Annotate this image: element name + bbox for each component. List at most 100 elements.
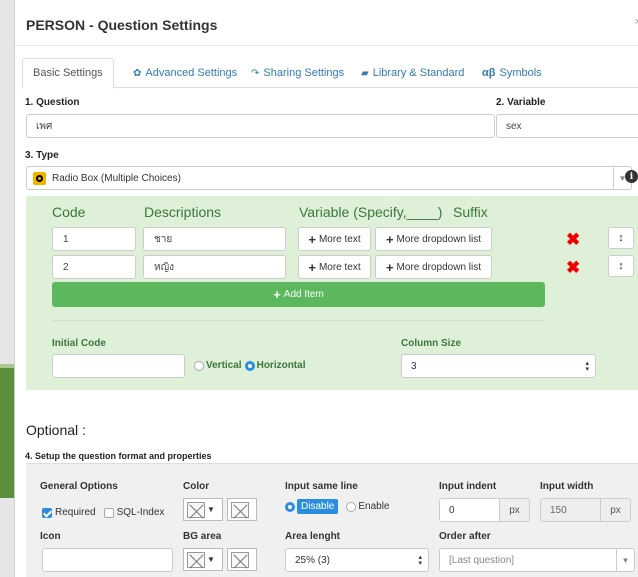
dialog-title: PERSON - Question Settings — [26, 17, 218, 33]
delete-icon[interactable]: ✖ — [566, 231, 580, 248]
tab-label: Basic Settings — [33, 67, 103, 79]
disable-label: Disable — [297, 499, 339, 514]
chevron-down-icon: ▼ — [207, 555, 215, 564]
add-item-label: Add Item — [283, 289, 324, 300]
type-value: Radio Box (Multiple Choices) — [52, 172, 181, 184]
icon-label: Icon — [40, 531, 61, 542]
input-same-line-options: Disable Enable — [285, 499, 390, 514]
icon-input[interactable] — [42, 548, 173, 572]
question-settings-dialog: PERSON - Question Settings × Basic Setti… — [14, 0, 638, 577]
choice-description-input[interactable]: หญิง — [143, 255, 286, 279]
plus-icon: + — [273, 287, 281, 302]
orientation-options: Vertical Horizontal — [194, 360, 305, 371]
variable-label: 2. Variable — [496, 97, 546, 108]
order-after-value: [Last question] — [449, 554, 515, 566]
add-item-button[interactable]: + Add Item — [52, 282, 545, 307]
bg-area-picker[interactable]: ▼ — [183, 548, 223, 571]
question-label: 1. Question — [25, 97, 80, 108]
more-text-button[interactable]: + More text — [298, 227, 371, 251]
input-width-field[interactable]: 150 px — [540, 498, 631, 522]
delete-icon[interactable]: ✖ — [566, 259, 580, 276]
code-header: Code — [52, 204, 86, 220]
tab-basic-settings[interactable]: Basic Settings — [22, 58, 114, 89]
radio-box-icon — [33, 171, 46, 185]
input-indent-field[interactable]: 0 px — [439, 498, 530, 522]
vertical-label: Vertical — [206, 360, 242, 371]
optional-title: Optional : — [26, 422, 86, 438]
type-label: 3. Type — [25, 150, 59, 161]
alpha-beta-icon: αβ — [482, 67, 496, 79]
tab-advanced-settings[interactable]: ✿ Advanced Settings — [133, 58, 237, 88]
more-dropdown-button[interactable]: + More dropdown list — [375, 255, 492, 279]
background-green-block — [0, 368, 14, 498]
descriptions-header: Descriptions — [144, 204, 222, 220]
sort-handle-icon[interactable]: ↕ — [608, 227, 634, 249]
gear-icon: ✿ — [133, 68, 142, 79]
color-picker[interactable]: ▼ — [183, 498, 223, 521]
required-checkbox[interactable] — [42, 507, 52, 518]
chevron-down-icon: ▼ — [207, 505, 215, 514]
choice-description-input[interactable]: ชาย — [143, 227, 286, 251]
tab-label: Advanced Settings — [145, 67, 238, 79]
sql-index-label: SQL-Index — [116, 507, 165, 518]
book-icon: ▰ — [361, 68, 369, 79]
enable-label: Enable — [358, 501, 390, 512]
share-icon: ↷ — [251, 68, 260, 79]
plus-icon: + — [385, 231, 394, 247]
close-icon[interactable]: × — [635, 16, 638, 28]
input-indent-value: 0 — [449, 504, 455, 516]
order-after-select[interactable]: [Last question] ▼ — [439, 548, 635, 572]
initial-code-label: Initial Code — [52, 338, 106, 349]
up-down-arrows-icon: ▴ ▾ — [585, 360, 589, 373]
variable-input[interactable]: sex — [496, 114, 638, 138]
info-icon[interactable]: i — [625, 170, 638, 183]
area-length-select[interactable]: 25% (3) ▴ ▾ — [285, 548, 429, 572]
sql-index-checkbox[interactable] — [103, 507, 114, 518]
disable-radio[interactable] — [285, 501, 295, 512]
choice-code-input[interactable]: 1 — [52, 227, 136, 251]
general-options-label: General Options — [40, 481, 118, 492]
column-size-select[interactable]: 3 ▴ ▾ — [401, 354, 596, 378]
question-input[interactable]: เพศ — [26, 114, 495, 138]
column-size-label: Column Size — [401, 338, 462, 349]
tab-label: Library & Standard — [372, 67, 465, 79]
tab-symbols[interactable]: αβ Symbols — [482, 58, 542, 88]
column-size-value: 3 — [411, 360, 417, 372]
required-label: Required — [55, 507, 96, 518]
input-indent-label: Input indent — [439, 481, 497, 492]
chevron-down-icon: ▼ — [616, 549, 634, 571]
no-color-icon — [187, 501, 205, 518]
horizontal-radio[interactable] — [244, 360, 255, 371]
area-length-value: 25% (3) — [295, 554, 331, 566]
general-options: Required SQL-Index — [42, 507, 164, 518]
px-unit: px — [499, 499, 529, 521]
plus-icon: + — [308, 259, 316, 275]
tab-library-standard[interactable]: ▰ Library & Standard — [361, 58, 464, 88]
dialog-header: PERSON - Question Settings × — [15, 0, 638, 46]
sort-handle-icon[interactable]: ↕ — [608, 255, 634, 277]
input-same-line-label: Input same line — [285, 481, 358, 492]
choices-panel: Code Descriptions Variable (Specify,____… — [26, 196, 638, 390]
more-dropdown-label: More dropdown list — [396, 233, 482, 245]
bg-area-swatch[interactable] — [227, 548, 257, 571]
more-dropdown-button[interactable]: + More dropdown list — [375, 227, 492, 251]
up-down-arrows-icon: ▴ ▾ — [418, 554, 422, 567]
properties-panel: General Options Required SQL-Index Color… — [26, 463, 638, 577]
tab-label: Sharing Settings — [263, 67, 345, 79]
choice-code-input[interactable]: 2 — [52, 255, 136, 279]
color-swatch[interactable] — [227, 498, 257, 521]
tab-sharing-settings[interactable]: ↷ Sharing Settings — [251, 58, 344, 88]
area-length-label: Area lenght — [285, 531, 341, 542]
no-color-icon — [187, 551, 205, 568]
type-select[interactable]: Radio Box (Multiple Choices) ▼ — [26, 166, 632, 190]
enable-radio[interactable] — [346, 501, 357, 512]
initial-code-input[interactable] — [52, 354, 185, 378]
more-dropdown-label: More dropdown list — [396, 261, 482, 273]
input-width-value: 150 — [550, 504, 567, 516]
more-text-button[interactable]: + More text — [298, 255, 371, 279]
vertical-radio[interactable] — [194, 360, 204, 371]
order-after-label: Order after — [439, 531, 491, 542]
more-text-label: More text — [318, 233, 361, 245]
bg-area-label: BG area — [183, 531, 222, 542]
color-label: Color — [183, 481, 210, 492]
